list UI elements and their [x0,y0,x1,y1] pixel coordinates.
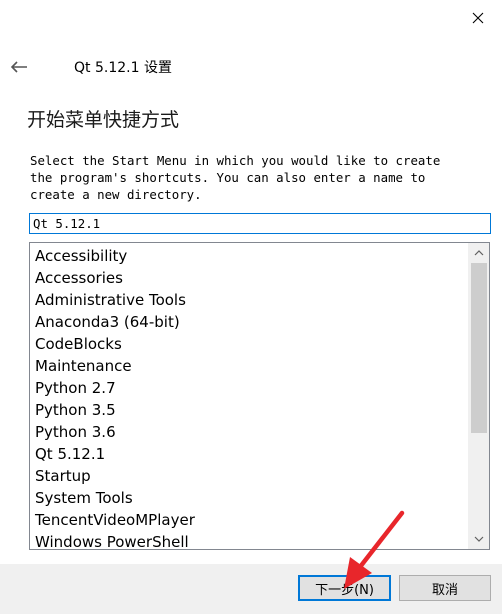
start-menu-folder-input[interactable] [29,213,491,234]
page-heading: 开始菜单快捷方式 [27,109,180,131]
chevron-up-icon [474,250,484,256]
list-scrollbar[interactable] [468,243,489,549]
close-icon [472,12,484,24]
scroll-thumb[interactable] [471,263,487,433]
list-item[interactable]: System Tools [30,487,466,509]
list-item[interactable]: Maintenance [30,355,466,377]
back-arrow-icon [10,61,27,73]
list-item[interactable]: Python 3.6 [30,421,466,443]
list-item[interactable]: Administrative Tools [30,289,466,311]
scroll-down-button[interactable] [469,529,489,549]
list-item[interactable]: Accessories [30,267,466,289]
folder-list-items: Accessibility Accessories Administrative… [30,243,466,549]
scroll-up-button[interactable] [469,243,489,263]
list-item[interactable]: Windows PowerShell [30,531,466,549]
list-item[interactable]: Qt 5.12.1 [30,443,466,465]
list-item[interactable]: Python 2.7 [30,377,466,399]
list-item[interactable]: Accessibility [30,245,466,267]
close-button[interactable] [462,4,494,32]
window-title: Qt 5.12.1 设置 [74,60,172,76]
list-item[interactable]: Anaconda3 (64-bit) [30,311,466,333]
list-item[interactable]: TencentVideoMPlayer [30,509,466,531]
page-description: Select the Start Menu in which you would… [30,153,441,202]
list-item[interactable]: CodeBlocks [30,333,466,355]
list-item[interactable]: Python 3.5 [30,399,466,421]
chevron-down-icon [474,536,484,542]
cancel-button[interactable]: 取消 [399,575,491,601]
next-button[interactable]: 下一步(N) [298,575,391,601]
setup-window: Qt 5.12.1 设置 开始菜单快捷方式 Select the Start M… [0,0,502,614]
start-menu-folder-list[interactable]: Accessibility Accessories Administrative… [29,242,490,550]
back-button[interactable] [6,55,32,79]
list-item[interactable]: Startup [30,465,466,487]
